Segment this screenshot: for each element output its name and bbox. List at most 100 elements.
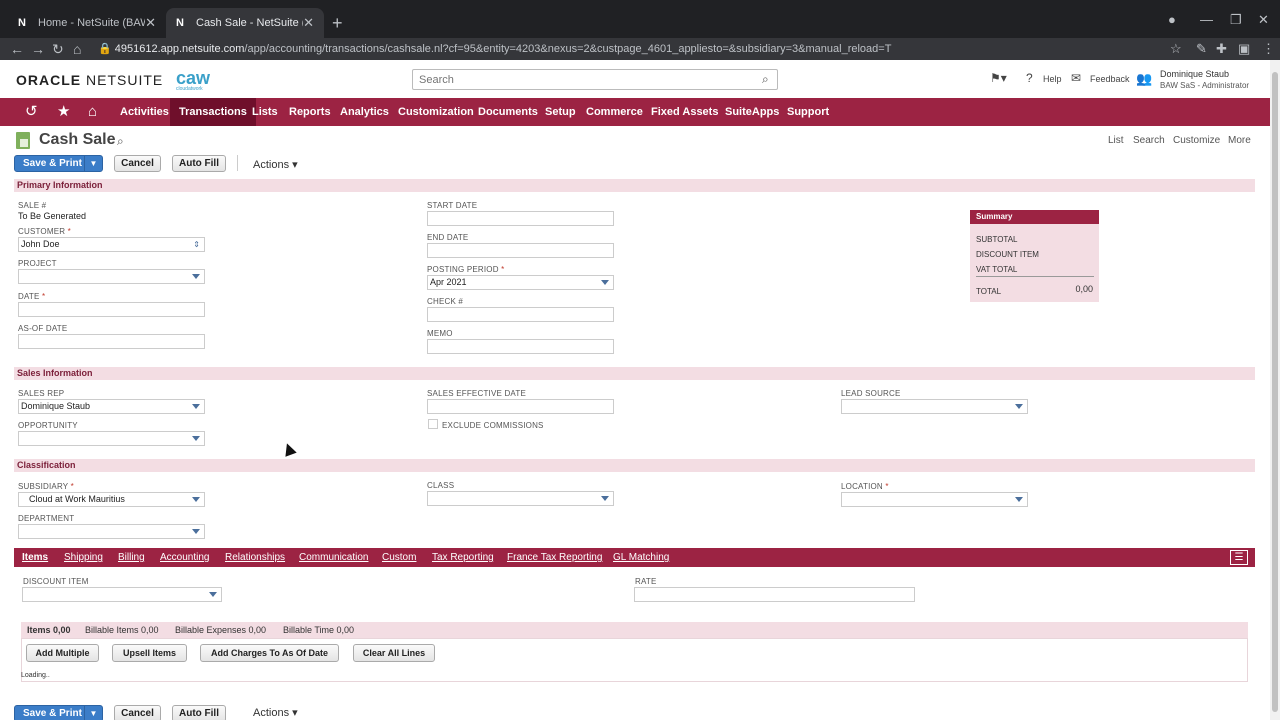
check-number-field[interactable]	[427, 307, 614, 322]
lead-source-select[interactable]	[841, 399, 1028, 414]
rate-field[interactable]	[634, 587, 915, 602]
extension-translate-icon[interactable]: ▣	[1238, 40, 1250, 58]
forward-icon[interactable]: →	[31, 40, 45, 58]
clear-all-lines-button[interactable]: Clear All Lines	[353, 644, 435, 662]
minimize-icon[interactable]: —	[1200, 12, 1213, 27]
search-link[interactable]: Search	[1133, 135, 1165, 146]
menu-documents[interactable]: Documents	[478, 98, 538, 126]
restore-icon[interactable]: ❐	[1230, 12, 1242, 28]
items-subtab[interactable]: Items 0,00	[27, 622, 71, 638]
bottom-auto-fill-button[interactable]: Auto Fill	[172, 705, 226, 720]
scrollbar-thumb[interactable]	[1272, 72, 1278, 712]
primary-information-section[interactable]: Primary Information	[14, 179, 1255, 192]
back-icon[interactable]: ←	[10, 40, 24, 58]
cancel-button[interactable]: Cancel	[114, 155, 161, 172]
tab-accounting[interactable]: Accounting	[160, 548, 209, 567]
global-search-input[interactable]	[412, 69, 778, 90]
billable-expenses-subtab[interactable]: Billable Expenses 0,00	[175, 622, 266, 638]
bookmark-star-icon[interactable]: ☆	[1170, 40, 1182, 58]
menu-support[interactable]: Support	[787, 98, 829, 126]
posting-period-select[interactable]: Apr 2021	[427, 275, 614, 290]
tab-tax-reporting[interactable]: Tax Reporting	[432, 548, 494, 567]
bottom-cancel-button[interactable]: Cancel	[114, 705, 161, 720]
billable-time-subtab[interactable]: Billable Time 0,00	[283, 622, 354, 638]
save-options-chevron-icon[interactable]: ▼	[84, 156, 102, 171]
extension-pen-icon[interactable]: ✎	[1196, 40, 1207, 58]
class-select[interactable]	[427, 491, 614, 506]
actions-menu[interactable]: Actions ▾	[253, 158, 298, 171]
user-menu[interactable]: Dominique Staub BAW SaS - Administrator	[1160, 69, 1249, 91]
customize-link[interactable]: Customize	[1173, 135, 1220, 146]
subsidiary-select[interactable]: Cloud at Work Mauritius	[18, 492, 205, 507]
add-multiple-button[interactable]: Add Multiple	[26, 644, 99, 662]
opportunity-select[interactable]	[18, 431, 205, 446]
save-print-button[interactable]: Save & Print ▼	[14, 155, 103, 172]
menu-setup[interactable]: Setup	[545, 98, 576, 126]
extensions-puzzle-icon[interactable]: ✚	[1216, 40, 1227, 58]
auto-fill-button[interactable]: Auto Fill	[172, 155, 226, 172]
list-link[interactable]: List	[1108, 135, 1124, 146]
recent-records-icon[interactable]: ↺	[25, 102, 38, 122]
browser-tab-cash-sale[interactable]: N Cash Sale - NetSuite (BAW SaS) ✕	[166, 8, 324, 38]
menu-activities[interactable]: Activities	[120, 98, 169, 126]
browser-menu-icon[interactable]: ⋮	[1262, 40, 1275, 58]
menu-lists[interactable]: Lists	[252, 98, 278, 126]
profile-icon[interactable]: ●	[1168, 12, 1176, 27]
menu-analytics[interactable]: Analytics	[340, 98, 389, 126]
close-tab-icon[interactable]: ✕	[303, 15, 314, 31]
feedback-icon[interactable]: ✉	[1071, 71, 1081, 85]
bottom-save-print-button[interactable]: Save & Print ▼	[14, 705, 103, 720]
classification-section[interactable]: Classification	[14, 459, 1255, 472]
menu-reports[interactable]: Reports	[289, 98, 331, 126]
tab-communication[interactable]: Communication	[299, 548, 368, 567]
home-icon[interactable]: ⌂	[73, 40, 81, 58]
menu-fixed-assets[interactable]: Fixed Assets	[651, 98, 718, 126]
billable-items-subtab[interactable]: Billable Items 0,00	[85, 622, 159, 638]
browser-tab-home[interactable]: N Home - NetSuite (BAW SaS) ✕	[8, 8, 166, 38]
tab-gl-matching[interactable]: GL Matching	[613, 548, 669, 567]
oracle-netsuite-logo[interactable]: ORACLE NETSUITE	[16, 72, 163, 88]
help-link[interactable]: Help	[1043, 74, 1062, 84]
bottom-actions-menu[interactable]: Actions ▾	[253, 706, 298, 719]
menu-suiteapps[interactable]: SuiteApps	[725, 98, 779, 126]
home-icon[interactable]: ⌂	[88, 102, 97, 122]
tab-items[interactable]: Items	[22, 548, 48, 567]
window-close-icon[interactable]: ✕	[1258, 12, 1269, 28]
search-icon[interactable]: ⌕	[762, 72, 769, 87]
more-link[interactable]: More	[1228, 135, 1251, 146]
menu-commerce[interactable]: Commerce	[586, 98, 643, 126]
memo-field[interactable]	[427, 339, 614, 354]
reload-icon[interactable]: ↻	[52, 40, 64, 58]
tab-relationships[interactable]: Relationships	[225, 548, 285, 567]
tab-custom[interactable]: Custom	[382, 548, 416, 567]
tab-shipping[interactable]: Shipping	[64, 548, 103, 567]
department-select[interactable]	[18, 524, 205, 539]
save-options-chevron-icon[interactable]: ▼	[84, 706, 102, 720]
feedback-link[interactable]: Feedback	[1090, 74, 1130, 84]
location-select[interactable]	[841, 492, 1028, 507]
menu-transactions[interactable]: Transactions	[170, 98, 256, 126]
project-select[interactable]	[18, 269, 205, 284]
recent-users-icon[interactable]: ⚑▾	[990, 71, 1007, 85]
start-date-field[interactable]	[427, 211, 614, 226]
exclude-commissions-checkbox[interactable]	[428, 419, 438, 429]
sales-effective-date-field[interactable]	[427, 399, 614, 414]
shortcuts-star-icon[interactable]: ★	[57, 102, 70, 122]
tab-france-tax-reporting[interactable]: France Tax Reporting	[507, 548, 602, 567]
discount-item-select[interactable]	[22, 587, 222, 602]
customer-select[interactable]: John Doe ⇕	[18, 237, 205, 252]
upsell-items-button[interactable]: Upsell Items	[112, 644, 187, 662]
page-scrollbar[interactable]	[1270, 60, 1280, 720]
title-search-icon[interactable]: ⌕	[117, 134, 124, 149]
as-of-date-field[interactable]	[18, 334, 205, 349]
sales-rep-select[interactable]: Dominique Staub	[18, 399, 205, 414]
tab-billing[interactable]: Billing	[118, 548, 145, 567]
close-tab-icon[interactable]: ✕	[145, 15, 156, 31]
user-roles-icon[interactable]: 👥	[1136, 71, 1152, 87]
url-field[interactable]: 🔒 4951612.app.netsuite.com/app/accountin…	[98, 40, 1158, 58]
add-charges-button[interactable]: Add Charges To As Of Date	[200, 644, 339, 662]
menu-customization[interactable]: Customization	[398, 98, 474, 126]
new-tab-icon[interactable]: +	[332, 14, 343, 32]
date-field[interactable]	[18, 302, 205, 317]
list-view-icon[interactable]: ☰	[1230, 550, 1248, 565]
